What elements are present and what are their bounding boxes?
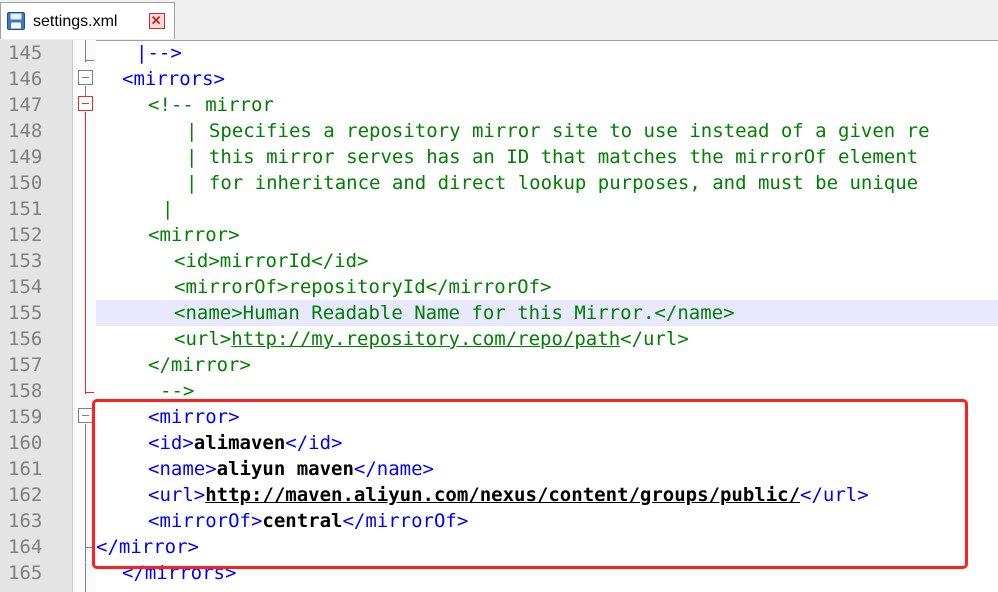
- line-number-gutter: 145 146 147 148 149 150 151 152 153 154 155 156 157 1…: [0, 40, 73, 592]
- line-number: 150: [8, 172, 43, 194]
- code-line[interactable]: | this mirror serves has an ID that matc…: [96, 144, 918, 170]
- floppy-disk-icon: [7, 12, 25, 30]
- code-token: http://my.repository.com/repo/path: [231, 328, 621, 350]
- line-number: 156: [8, 328, 43, 350]
- code-token: |: [162, 198, 174, 220]
- code-line[interactable]: <mirrors>: [96, 66, 225, 92]
- line-number: 157: [8, 354, 43, 376]
- code-token: <!-- mirror: [148, 94, 274, 116]
- code-line[interactable]: | for inheritance and direct lookup purp…: [96, 170, 918, 196]
- line-number: 152: [8, 224, 43, 246]
- tab-settings-xml[interactable]: settings.xml: [0, 2, 175, 39]
- code-token: | Specifies a repository mirror site to …: [186, 120, 930, 142]
- code-token: </mirror>: [148, 354, 251, 376]
- line-number: 155: [8, 302, 43, 324]
- code-line[interactable]: <mirror>: [96, 222, 240, 248]
- fold-toggle-mirrors[interactable]: [78, 70, 93, 85]
- tab-label: settings.xml: [33, 13, 118, 30]
- code-token: | this mirror serves has an ID that matc…: [186, 146, 919, 168]
- close-tab-icon[interactable]: [149, 13, 165, 29]
- code-token: </url>: [620, 328, 689, 350]
- code-token: <mirrors>: [122, 68, 225, 90]
- line-number: 160: [8, 432, 43, 454]
- fold-toggle-comment[interactable]: [78, 96, 93, 111]
- code-line[interactable]: | Specifies a repository mirror site to …: [96, 118, 930, 144]
- line-number: 163: [8, 510, 43, 532]
- code-line[interactable]: <mirrorOf>repositoryId</mirrorOf>: [96, 274, 552, 300]
- code-token: <url>: [174, 328, 232, 350]
- code-token: | for inheritance and direct lookup purp…: [186, 172, 919, 194]
- line-number: 151: [8, 198, 43, 220]
- line-number: 164: [8, 536, 43, 558]
- line-number: 158: [8, 380, 43, 402]
- line-number: 145: [8, 42, 43, 64]
- line-number: 162: [8, 484, 43, 506]
- line-number: 165: [8, 562, 43, 584]
- code-token: <mirrorOf>repositoryId</mirrorOf>: [174, 276, 552, 298]
- line-number: 149: [8, 146, 43, 168]
- code-line[interactable]: <!-- mirror: [96, 92, 274, 118]
- code-line[interactable]: <id>mirrorId</id>: [96, 248, 368, 274]
- line-number: 153: [8, 250, 43, 272]
- line-number: 159: [8, 406, 43, 428]
- code-token: <name>Human Readable Name for this Mirro…: [174, 302, 735, 324]
- code-line[interactable]: <url>http://my.repository.com/repo/path<…: [96, 326, 689, 352]
- line-number: 147: [8, 94, 43, 116]
- tab-bar: settings.xml: [0, 0, 998, 41]
- fold-toggle-mirror[interactable]: [78, 408, 93, 423]
- code-token: <mirror>: [148, 224, 240, 246]
- selection-highlight-box: [92, 399, 968, 569]
- code-token: <id>mirrorId</id>: [174, 250, 369, 272]
- line-number: 161: [8, 458, 43, 480]
- line-number: 146: [8, 68, 43, 90]
- code-line[interactable]: </mirror>: [96, 352, 251, 378]
- code-line[interactable]: |: [96, 196, 173, 222]
- code-line[interactable]: |-->: [96, 40, 182, 66]
- code-line[interactable]: <name>Human Readable Name for this Mirro…: [96, 300, 735, 326]
- line-number: 148: [8, 120, 43, 142]
- line-number: 154: [8, 276, 43, 298]
- code-token: |-->: [136, 42, 182, 64]
